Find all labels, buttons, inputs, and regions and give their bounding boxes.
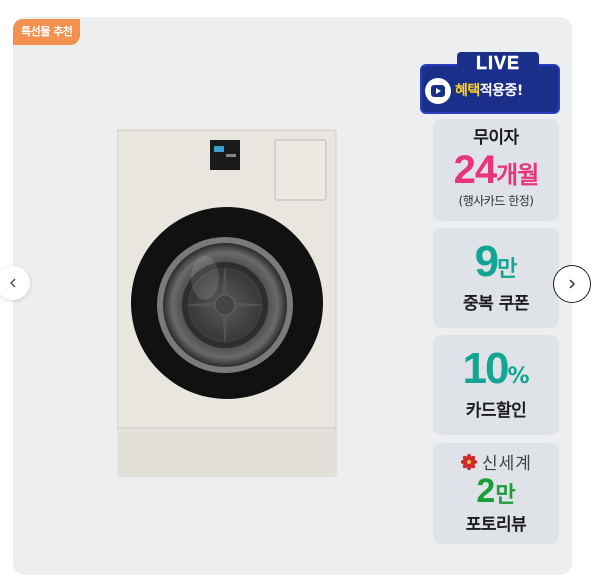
review-amount: 2만 xyxy=(476,472,516,510)
shinsegae-name: 신세계 xyxy=(482,454,532,474)
coupon-benefit: 9만 중복 쿠폰 xyxy=(433,228,559,328)
live-benefit-badge[interactable]: 혜택적용중! LIVE xyxy=(420,52,560,114)
chevron-left-icon xyxy=(9,278,16,288)
coupon-label: 중복 쿠폰 xyxy=(463,294,529,314)
gift-tag-badge: 특선물 추천 xyxy=(13,19,81,45)
card-discount-benefit: 10% 카드할인 xyxy=(433,335,559,435)
coupon-amount: 9만 xyxy=(474,237,518,286)
live-title: LIVE xyxy=(457,52,539,74)
shinsegae-flower-icon xyxy=(460,453,478,470)
chevron-right-icon xyxy=(569,279,576,289)
live-benefit-text: 혜택적용중! xyxy=(455,83,523,99)
card-discount-label: 카드할인 xyxy=(465,401,527,421)
carousel-next-button[interactable] xyxy=(553,265,591,303)
installment-note: (행사카드 한정) xyxy=(458,194,534,208)
washing-machine-image[interactable] xyxy=(117,128,337,478)
play-icon xyxy=(425,78,451,104)
installment-top-label: 무이자 xyxy=(473,128,519,148)
installment-months: 24개월 xyxy=(453,148,540,192)
shinsegae-brand: 신세계 xyxy=(433,443,559,474)
installment-benefit: 무이자 24개월 (행사카드 한정) xyxy=(433,119,559,221)
photo-review-benefit: 신세계 2만 포토리뷰 xyxy=(433,443,559,544)
review-label: 포토리뷰 xyxy=(465,515,527,535)
card-discount-amount: 10% xyxy=(462,344,530,393)
